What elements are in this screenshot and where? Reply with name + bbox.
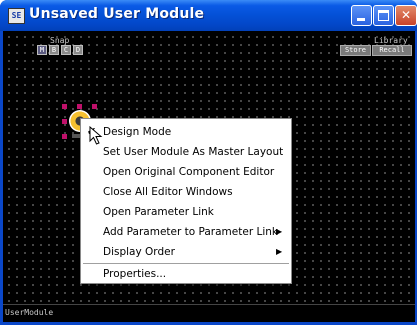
minimize-button[interactable]: [351, 5, 372, 26]
menu-item-close-all-editors[interactable]: Close All Editor Windows: [81, 182, 291, 202]
snap-button-group: M B C D: [37, 45, 83, 56]
menu-item-label: Close All Editor Windows: [103, 186, 233, 198]
menu-item-add-parameter-to-link[interactable]: Add Parameter to Parameter Link ▶: [81, 222, 291, 242]
selection-handle[interactable]: [62, 119, 67, 124]
snap-label: Snap: [50, 36, 70, 45]
submenu-arrow-icon: ▶: [276, 227, 283, 236]
submenu-arrow-icon: ▶: [276, 247, 283, 256]
window: SE Unsaved User Module ✕ Snap M B C D Li…: [0, 0, 417, 325]
menu-item-label: Open Original Component Editor: [103, 166, 275, 178]
menu-item-label: Properties...: [103, 268, 167, 280]
statusbar: UserModule: [3, 304, 415, 323]
menu-item-open-parameter-link[interactable]: Open Parameter Link: [81, 202, 291, 222]
menu-item-label: Design Mode: [103, 126, 172, 138]
minimize-icon: [357, 18, 365, 21]
app-icon[interactable]: SE: [8, 8, 25, 24]
menu-item-label: Set User Module As Master Layout: [103, 146, 284, 158]
menu-item-open-original-editor[interactable]: Open Original Component Editor: [81, 162, 291, 182]
snap-button-b[interactable]: B: [49, 45, 59, 55]
menu-item-label: Open Parameter Link: [103, 206, 214, 218]
titlebar[interactable]: SE Unsaved User Module ✕: [0, 0, 417, 31]
maximize-icon: [378, 10, 389, 21]
menu-item-properties[interactable]: Properties...: [81, 264, 291, 284]
snap-button-m[interactable]: M: [37, 45, 47, 55]
library-recall-button[interactable]: Recall: [372, 45, 412, 56]
menu-item-set-master-layout[interactable]: Set User Module As Master Layout: [81, 142, 291, 162]
selection-handle[interactable]: [62, 134, 67, 139]
library-store-button[interactable]: Store: [340, 45, 371, 56]
menu-item-label: Add Parameter to Parameter Link: [103, 226, 278, 238]
snap-button-c[interactable]: C: [61, 45, 71, 55]
close-button[interactable]: ✕: [395, 5, 417, 26]
context-menu: ✔ Design Mode Set User Module As Master …: [80, 118, 292, 284]
selection-handle[interactable]: [62, 104, 67, 109]
library-label: Library: [374, 36, 408, 45]
status-text: UserModule: [5, 308, 54, 317]
mouse-pointer-icon: [89, 126, 103, 145]
window-title: Unsaved User Module: [29, 6, 205, 22]
menu-item-display-order[interactable]: Display Order ▶: [81, 242, 291, 262]
snap-button-d[interactable]: D: [73, 45, 83, 55]
selection-handle[interactable]: [92, 104, 97, 109]
selection-handle[interactable]: [77, 104, 82, 109]
menu-item-label: Display Order: [103, 246, 175, 258]
maximize-button[interactable]: [373, 5, 394, 26]
close-icon: ✕: [400, 8, 412, 22]
menu-item-design-mode[interactable]: ✔ Design Mode: [81, 122, 291, 142]
